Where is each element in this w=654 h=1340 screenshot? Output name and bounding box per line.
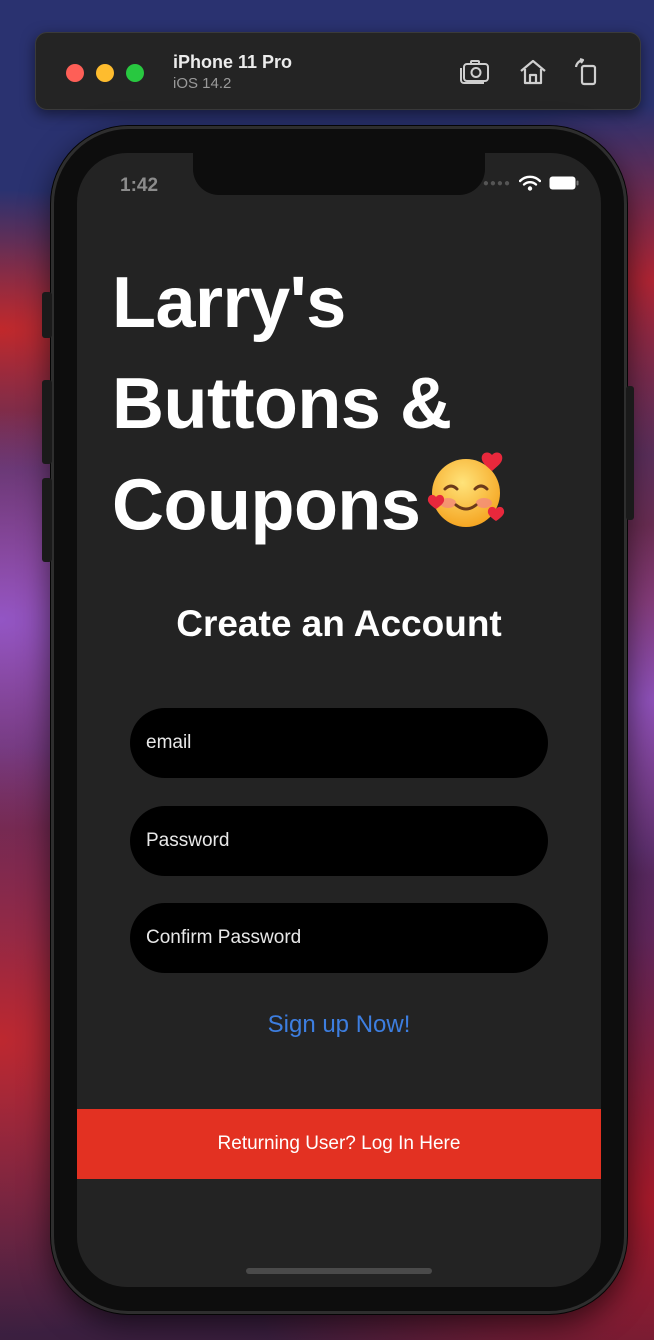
rotate-icon[interactable] xyxy=(570,55,604,89)
email-placeholder: email xyxy=(146,732,192,753)
password-field[interactable]: Password xyxy=(130,806,548,876)
side-button xyxy=(626,386,634,520)
home-indicator[interactable] xyxy=(246,1268,432,1274)
app-title-line-2: Buttons & xyxy=(112,364,452,444)
app-title: Larry's Buttons & Coupons xyxy=(112,253,592,566)
log-in-button[interactable]: Returning User? Log In Here xyxy=(77,1109,601,1179)
confirm-password-placeholder: Confirm Password xyxy=(146,927,302,948)
confirm-password-field[interactable]: Confirm Password xyxy=(130,903,548,973)
app-title-line-3: Coupons xyxy=(112,465,421,546)
minimize-window-button[interactable] xyxy=(96,64,114,82)
password-placeholder: Password xyxy=(146,830,230,851)
device-os-version: iOS 14.2 xyxy=(173,75,232,92)
create-account-title: Create an Account xyxy=(176,603,502,644)
notch xyxy=(193,153,485,195)
close-window-button[interactable] xyxy=(66,64,84,82)
smiling-face-with-hearts-icon xyxy=(426,449,510,560)
home-icon[interactable] xyxy=(516,55,550,89)
status-time: 1:42 xyxy=(120,175,159,196)
volume-down-button xyxy=(42,478,52,562)
status-icons: ●●●● xyxy=(483,175,579,191)
device-name: iPhone 11 Pro xyxy=(173,52,293,72)
simulator-toolbar: iPhone 11 Pro iOS 14.2 xyxy=(35,32,641,110)
screenshot-icon[interactable] xyxy=(458,55,492,89)
signal-icon: ●●●● xyxy=(482,177,511,189)
zoom-window-button[interactable] xyxy=(126,64,144,82)
sign-up-button[interactable]: Sign up Now! xyxy=(77,1011,601,1039)
log-in-label: Returning User? Log In Here xyxy=(217,1133,461,1154)
email-field[interactable]: email xyxy=(130,708,548,778)
app-screen: 1:42 ●●●● Larry's Buttons & Coupons Crea… xyxy=(77,153,601,1287)
app-title-line-1: Larry's xyxy=(112,263,346,343)
volume-up-button xyxy=(42,380,52,464)
wifi-icon xyxy=(519,175,541,191)
app-title-line-3-wrap: Coupons xyxy=(112,452,592,566)
battery-icon xyxy=(549,176,579,190)
mute-switch xyxy=(42,292,52,338)
